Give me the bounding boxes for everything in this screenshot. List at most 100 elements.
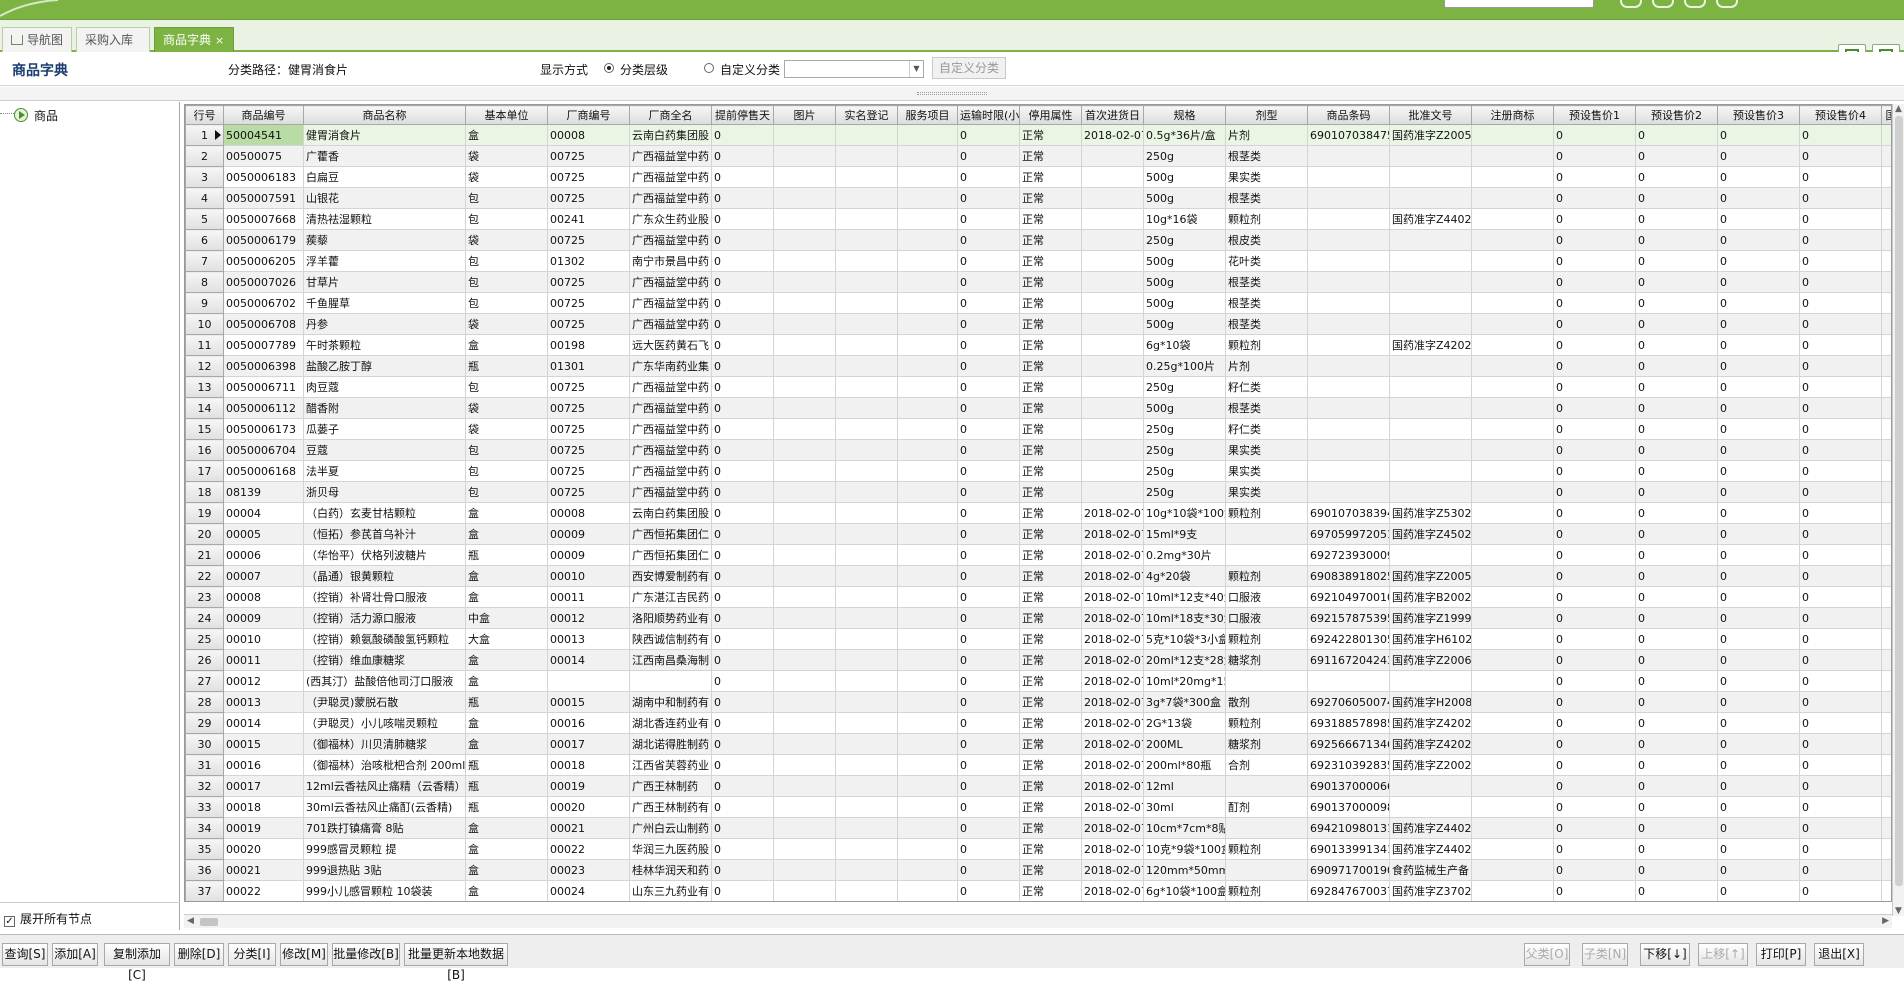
table-cell[interactable]: 0 <box>1717 712 1800 734</box>
table-cell[interactable]: 正常 <box>1019 880 1082 901</box>
table-cell[interactable]: 正常 <box>1019 796 1082 818</box>
table-cell[interactable]: 0 <box>1799 166 1882 188</box>
table-cell[interactable]: 6928476700375 <box>1307 880 1390 901</box>
table-cell[interactable] <box>773 712 836 734</box>
table-cell[interactable] <box>897 355 958 377</box>
print-button[interactable]: 打印[P] <box>1756 943 1806 966</box>
table-cell[interactable]: 果实类 <box>1225 460 1308 482</box>
table-cell[interactable]: 6g*10袋 <box>1143 334 1226 356</box>
table-cell[interactable]: 0 <box>711 565 774 587</box>
table-cell[interactable]: 0 <box>1553 124 1636 146</box>
table-cell[interactable] <box>897 628 958 650</box>
table-cell[interactable]: 0 <box>1717 670 1800 692</box>
table-cell[interactable] <box>773 544 836 566</box>
table-cell[interactable]: 食药监械生产备 <box>1389 859 1472 881</box>
table-cell[interactable] <box>897 754 958 776</box>
table-cell[interactable]: 0 <box>1553 397 1636 419</box>
table-cell[interactable] <box>1471 355 1554 377</box>
vertical-scroll-thumb[interactable] <box>1895 116 1903 886</box>
table-cell[interactable]: 根茎类 <box>1225 292 1308 314</box>
table-cell[interactable] <box>1307 271 1390 293</box>
table-cell[interactable]: 0 <box>1717 145 1800 167</box>
table-cell[interactable]: 6970599720518 <box>1307 523 1390 545</box>
table-cell[interactable]: 正常 <box>1019 607 1082 629</box>
table-cell[interactable]: 0 <box>957 376 1020 398</box>
table-cell[interactable] <box>1307 229 1390 251</box>
table-cell[interactable] <box>1881 187 1891 209</box>
table-cell[interactable] <box>1081 376 1144 398</box>
table-cell[interactable] <box>773 250 836 272</box>
table-cell[interactable] <box>835 712 898 734</box>
table-cell[interactable]: 00016 <box>547 712 630 734</box>
table-cell[interactable] <box>1225 544 1308 566</box>
vertical-scrollbar[interactable]: ▲ ▼ <box>1892 104 1904 916</box>
table-cell[interactable]: 0 <box>1717 523 1800 545</box>
column-header[interactable]: 预设售价2 <box>1635 105 1718 125</box>
table-row[interactable]: 15 0050006173 瓜蒌子袋 00725 广西福益堂中药 0 0 正常 250g 籽仁类 0… <box>185 418 1891 440</box>
table-cell[interactable]: 00019 <box>547 775 630 797</box>
table-cell[interactable]: 0 <box>1799 229 1882 251</box>
table-cell[interactable]: 10ml*18支*30盒 <box>1143 607 1226 629</box>
table-cell[interactable]: 250g <box>1143 460 1226 482</box>
table-cell[interactable]: 0 <box>1553 271 1636 293</box>
table-cell[interactable] <box>1881 775 1891 797</box>
table-cell[interactable]: 广西福益堂中药 <box>629 166 712 188</box>
table-cell[interactable] <box>897 271 958 293</box>
table-cell[interactable]: 0 <box>1553 439 1636 461</box>
table-cell[interactable]: 0 <box>1717 691 1800 713</box>
table-cell[interactable]: （控销）活力源口服液 <box>303 607 466 629</box>
table-cell[interactable]: 0 <box>1635 733 1718 755</box>
expand-all-checkbox[interactable]: ✓ 展开所有节点 <box>4 910 92 927</box>
table-cell[interactable]: 0 <box>1717 313 1800 335</box>
table-cell[interactable]: 瓶 <box>465 775 548 797</box>
table-cell[interactable]: 片剂 <box>1225 124 1308 146</box>
table-cell[interactable]: 广东众生药业股 <box>629 208 712 230</box>
table-cell[interactable]: 6g*10袋*100盒 <box>1143 880 1226 901</box>
table-cell[interactable] <box>773 628 836 650</box>
table-cell[interactable]: 00013 <box>547 628 630 650</box>
table-cell[interactable] <box>1881 817 1891 839</box>
table-cell[interactable]: 国药准字B2002 <box>1389 586 1472 608</box>
table-cell[interactable] <box>897 880 958 901</box>
tab-navigation[interactable]: 导航图 <box>2 27 72 52</box>
table-row[interactable]: 17 0050006168 法半夏包 00725 广西福益堂中药 0 0 正常 250g 果实类 0… <box>185 460 1891 482</box>
table-cell[interactable]: 午时茶颗粒 <box>303 334 466 356</box>
table-cell[interactable]: 正常 <box>1019 166 1082 188</box>
table-cell[interactable] <box>773 271 836 293</box>
row-number-cell[interactable]: 17 <box>185 460 224 482</box>
table-cell[interactable] <box>1389 544 1472 566</box>
table-cell[interactable]: 包 <box>465 208 548 230</box>
table-cell[interactable]: 广东华南药业集 <box>629 355 712 377</box>
table-cell[interactable] <box>1881 565 1891 587</box>
table-cell[interactable]: 国药准字Z4502 <box>1389 523 1472 545</box>
table-cell[interactable]: 500g <box>1143 292 1226 314</box>
column-header[interactable]: 规格 <box>1143 105 1226 125</box>
table-cell[interactable] <box>773 670 836 692</box>
table-cell[interactable]: 0 <box>1799 334 1882 356</box>
table-cell[interactable]: 00016 <box>223 754 304 776</box>
table-cell[interactable]: 正常 <box>1019 334 1082 356</box>
table-cell[interactable]: 0 <box>711 250 774 272</box>
table-cell[interactable]: 0 <box>1635 145 1718 167</box>
table-cell[interactable]: 00008 <box>547 502 630 524</box>
table-cell[interactable] <box>897 124 958 146</box>
table-cell[interactable] <box>1881 481 1891 503</box>
table-row[interactable]: 28 00013 （尹聪灵)蒙脱石散瓶 00015 湖南中和制药有 0 0 正常 2018-02… <box>185 691 1891 713</box>
table-cell[interactable]: 0 <box>711 418 774 440</box>
table-cell[interactable]: 0 <box>957 817 1020 839</box>
table-row[interactable]: 1 50004541 健胃消食片盒 00008 云南白药集团股 0 0 正常 2018-02-0… <box>185 124 1891 146</box>
tab-purchase-inbound[interactable]: 采购入库单 <box>76 27 150 71</box>
row-number-cell[interactable]: 25 <box>185 628 224 650</box>
table-cell[interactable] <box>1471 733 1554 755</box>
table-cell[interactable] <box>773 124 836 146</box>
table-cell[interactable]: 0 <box>1553 355 1636 377</box>
table-cell[interactable] <box>1471 628 1554 650</box>
table-cell[interactable]: 0 <box>1799 145 1882 167</box>
table-cell[interactable]: 00725 <box>547 166 630 188</box>
table-cell[interactable]: 0 <box>957 145 1020 167</box>
table-cell[interactable]: 瓶 <box>465 544 548 566</box>
row-number-cell[interactable]: 12 <box>185 355 224 377</box>
table-cell[interactable]: 根皮类 <box>1225 229 1308 251</box>
table-cell[interactable]: 00725 <box>547 418 630 440</box>
table-cell[interactable] <box>1471 187 1554 209</box>
